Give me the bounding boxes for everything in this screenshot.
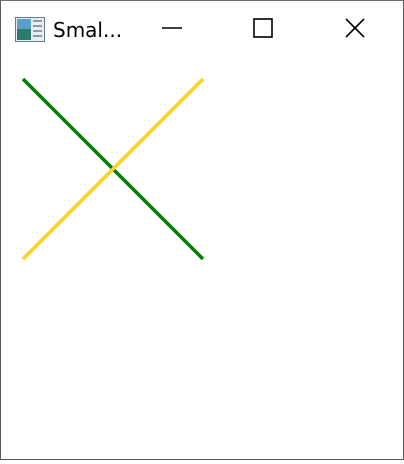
drawing-canvas bbox=[21, 77, 205, 261]
close-icon bbox=[344, 17, 366, 43]
title-bar[interactable]: Smal... bbox=[1, 1, 403, 59]
maximize-icon bbox=[252, 17, 274, 43]
window-app-icon[interactable] bbox=[15, 17, 45, 42]
app-window: Smal... bbox=[0, 0, 404, 460]
close-button[interactable] bbox=[332, 1, 378, 59]
client-area bbox=[1, 59, 403, 459]
minimize-button[interactable] bbox=[149, 1, 195, 59]
maximize-button[interactable] bbox=[240, 1, 286, 59]
minimize-icon bbox=[161, 17, 183, 43]
window-title: Smal... bbox=[53, 18, 123, 42]
